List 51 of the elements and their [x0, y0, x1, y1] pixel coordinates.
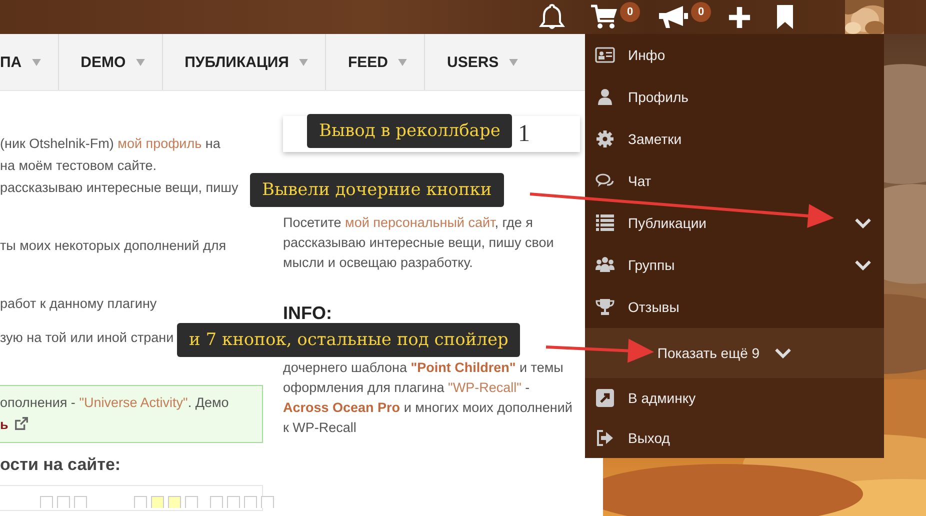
menu-item[interactable]: Выход: [585, 418, 884, 458]
menu-item[interactable]: В админку: [585, 378, 884, 418]
external-link-icon[interactable]: [14, 416, 30, 431]
menu-item[interactable]: Публикации: [585, 202, 884, 244]
paragraph: работ к данному плагину: [0, 295, 157, 313]
trophy-icon: [595, 297, 615, 317]
bell-icon[interactable]: [539, 3, 565, 31]
count-badge: 0: [620, 2, 640, 22]
annotation-label: Вывод в реколлбаре: [307, 114, 512, 148]
link[interactable]: "Point Children": [410, 360, 516, 375]
bookmark-icon[interactable]: [776, 4, 794, 30]
user-icon: [595, 87, 615, 107]
caret-icon: [298, 58, 308, 66]
paragraph: зую на той или иной страни: [0, 329, 174, 347]
external-link-icon: [595, 388, 615, 408]
nav-item[interactable]: FEED: [326, 34, 425, 90]
id-card-icon: [595, 45, 615, 65]
link[interactable]: ь: [0, 417, 8, 432]
paragraph: ополнения - "Universe Activity". Демо ь: [0, 394, 230, 434]
nav-item[interactable]: USERS: [424, 34, 535, 90]
exit-icon: [595, 428, 615, 448]
paragraph: ты моих некоторых дополнений для: [0, 237, 226, 255]
menu-item[interactable]: Заметки: [585, 118, 884, 160]
menu-item[interactable]: Чат: [585, 160, 884, 202]
plus-icon[interactable]: [728, 6, 751, 28]
nav-item[interactable]: ПА: [0, 34, 59, 90]
nav-item[interactable]: ПУБЛИКАЦИЯ: [162, 34, 326, 90]
megaphone-icon[interactable]: [657, 4, 689, 30]
paragraph: Посетите мой персональный сайт, где я рассказываю интересные вещи, пишу свои мысли и освещаю разработку.: [283, 214, 555, 272]
menu-item[interactable]: Инфо: [585, 34, 884, 76]
caret-icon: [32, 58, 41, 66]
gear-icon: [595, 129, 615, 149]
paragraph: (ник Otshelnik-Fm) мой профиль на на моём тестовом сайте. рассказываю интересные вещи, пишу: [0, 135, 238, 197]
nav-item[interactable]: DEMO: [58, 34, 163, 90]
section-heading: ости на сайте:: [0, 455, 122, 475]
cart-icon[interactable]: [590, 4, 618, 30]
caret-icon: [398, 58, 407, 66]
list-icon: [595, 213, 615, 233]
menu-item[interactable]: Группы: [585, 244, 884, 286]
menu-item[interactable]: Отзывы: [585, 286, 884, 328]
section-heading: INFO:: [283, 302, 333, 325]
users-icon: [595, 255, 615, 275]
caret-icon: [508, 58, 518, 66]
card-text: 1: [518, 120, 530, 148]
link[interactable]: Across Ocean Pro: [283, 400, 400, 415]
caret-icon: [136, 58, 145, 66]
annotation-label: и 7 кнопок, остальные под спойлер: [177, 323, 520, 357]
show-more-button[interactable]: Показать ещё 9: [585, 328, 884, 378]
annotation-label: Вывели дочерние кнопки: [250, 173, 504, 207]
menu-item[interactable]: Профиль: [585, 76, 884, 118]
count-badge: 0: [691, 2, 711, 22]
